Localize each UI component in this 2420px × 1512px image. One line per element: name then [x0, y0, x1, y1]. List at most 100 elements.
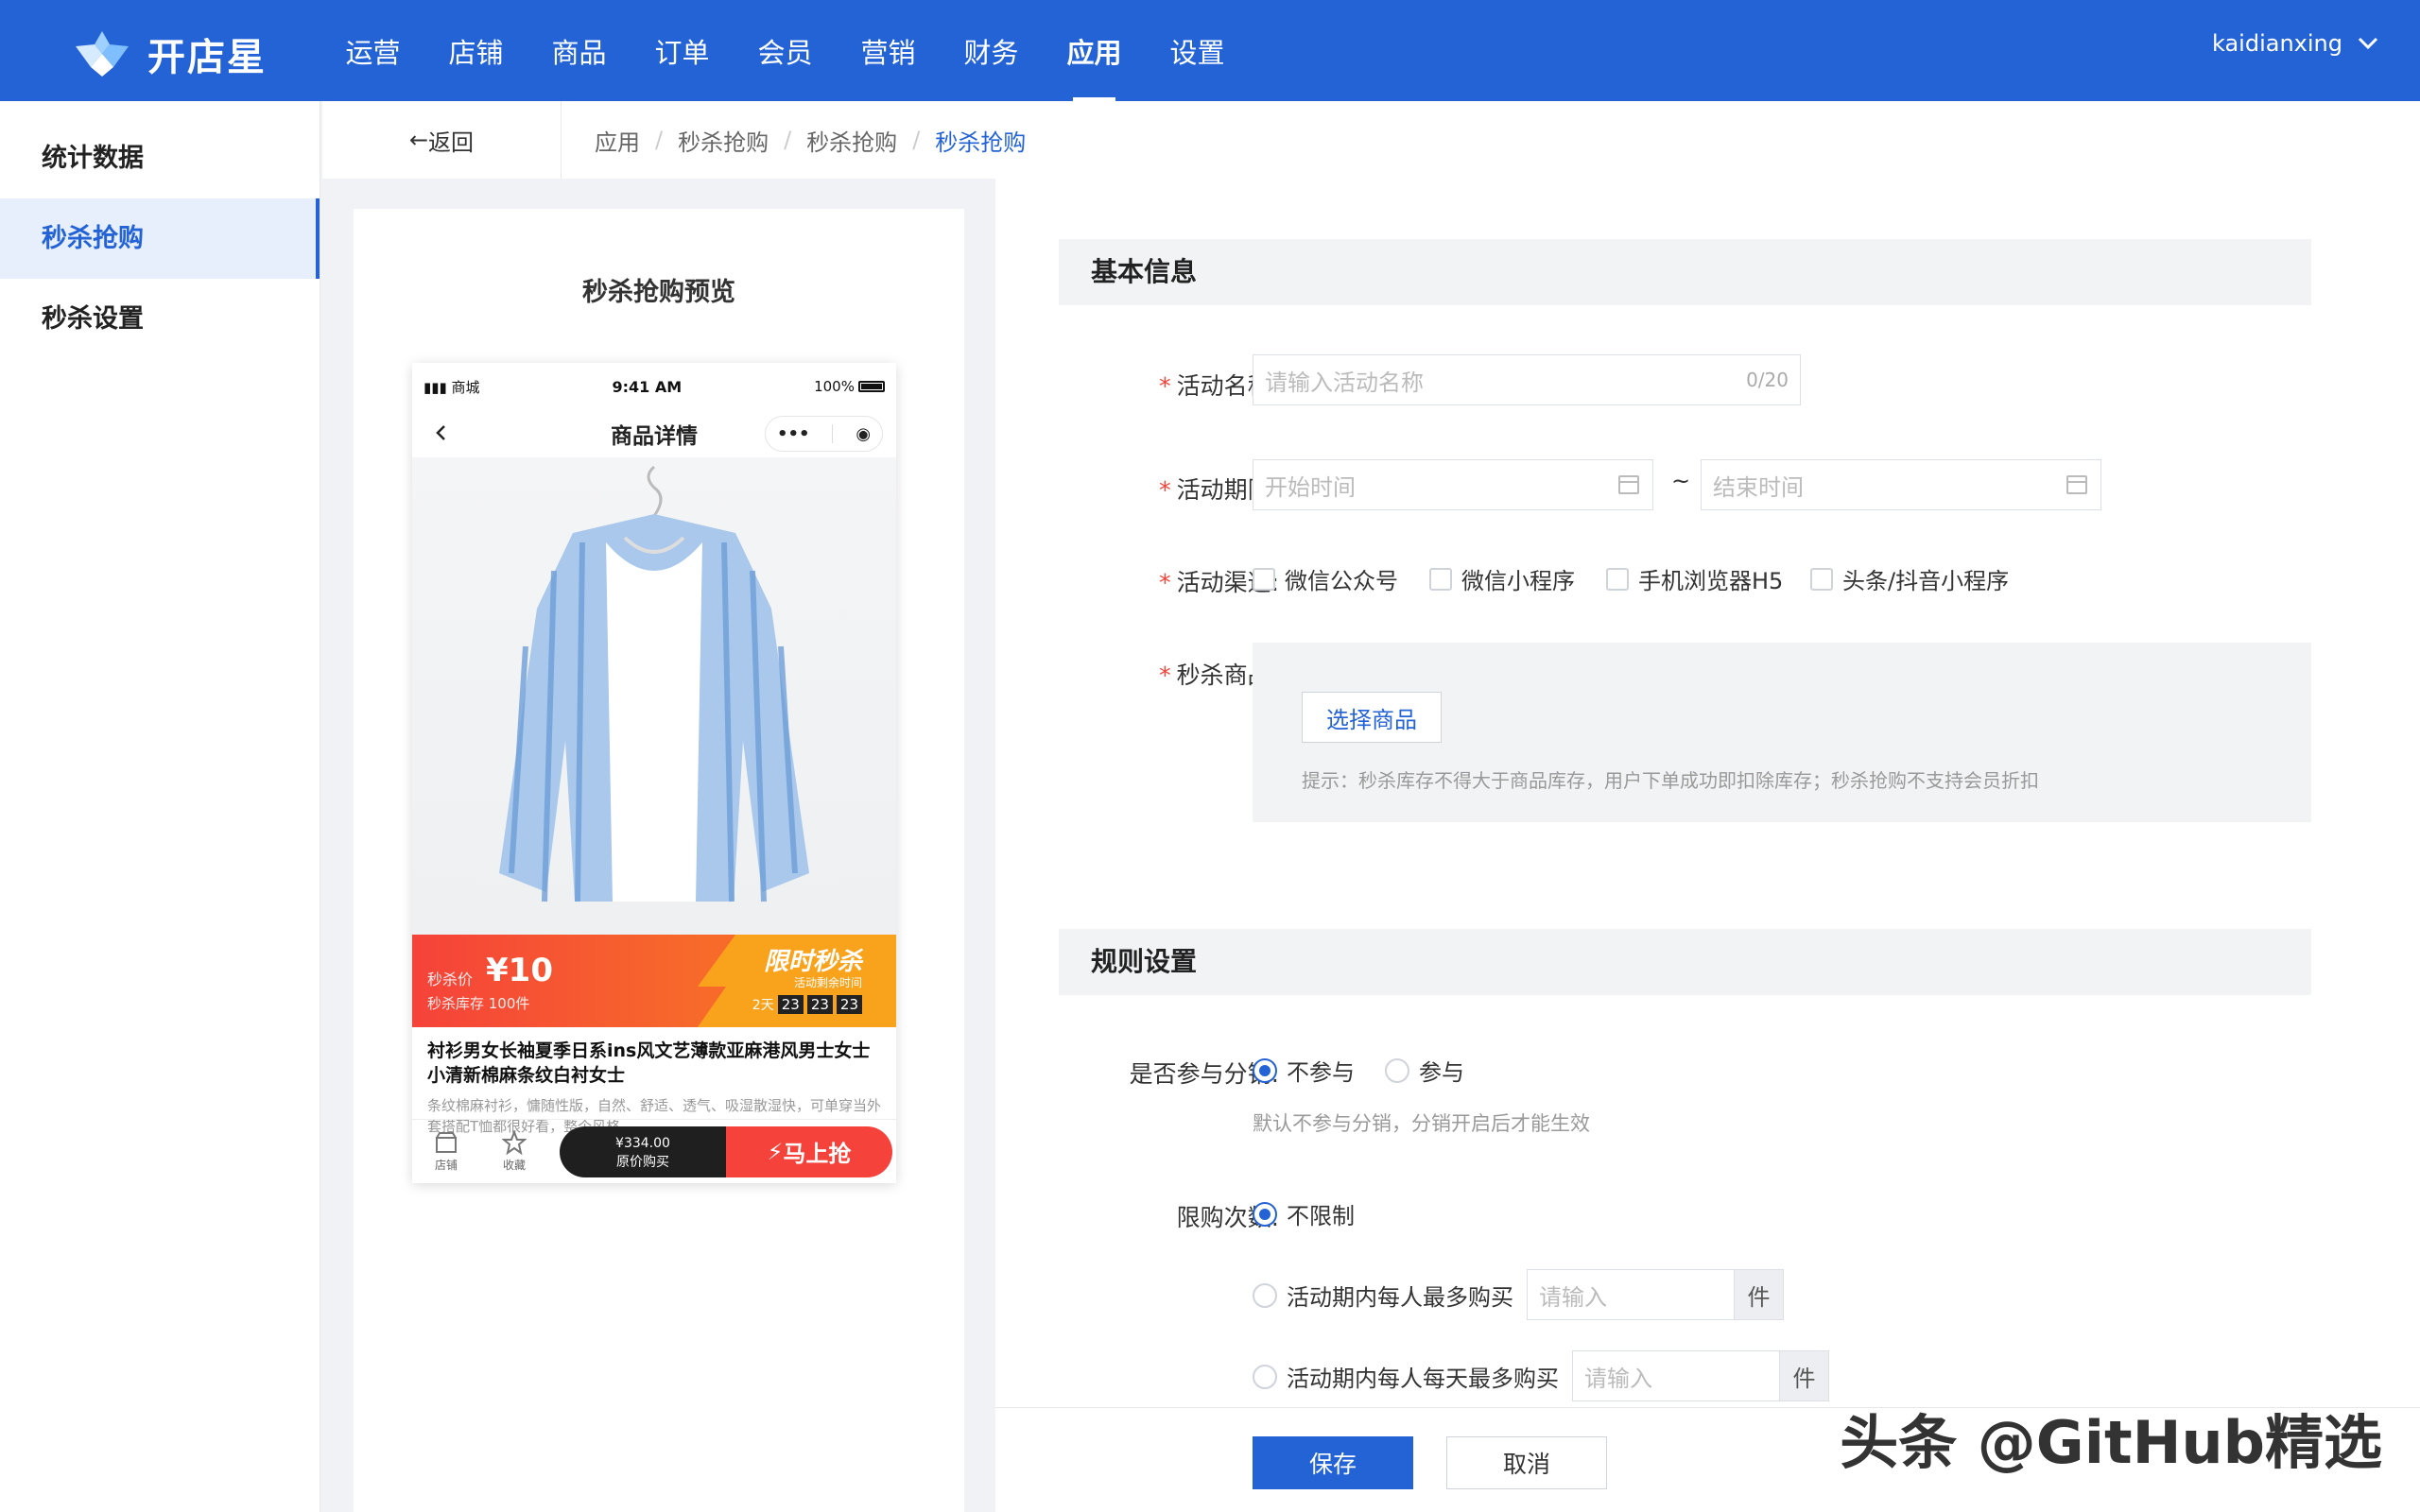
select-goods-button[interactable]: 选择商品 — [1302, 692, 1442, 743]
radio-dot[interactable] — [1253, 1364, 1277, 1389]
radio-dot[interactable] — [1385, 1057, 1409, 1083]
back-button[interactable]: ← 返回 — [322, 101, 562, 179]
back-label: 返回 — [428, 129, 475, 156]
cancel-button[interactable]: 取消 — [1446, 1436, 1607, 1489]
nav-item-finance[interactable]: 财务 — [940, 0, 1043, 101]
quantity-input[interactable]: 请输入 — [1527, 1269, 1735, 1320]
quantity-input[interactable]: 请输入 — [1572, 1350, 1780, 1401]
goods-selector-box: 选择商品 提示：秒杀库存不得大于商品库存，用户下单成功即扣除库存；秒杀抢购不支持… — [1253, 643, 2311, 822]
distribution-label: 是否参与分销: — [1129, 1060, 1279, 1088]
nav-item-products[interactable]: 商品 — [527, 0, 631, 101]
channel-wechat-miniprogram[interactable]: 微信小程序 — [1429, 562, 1575, 595]
username: kaidianxing — [2212, 30, 2342, 57]
lightning-icon: ⚡ — [767, 1138, 784, 1165]
sidebar-item-flash-settings[interactable]: 秒杀设置 — [0, 279, 320, 359]
checkbox[interactable] — [1606, 567, 1629, 591]
shop-icon — [436, 1132, 457, 1153]
phone-page-title: 商品详情 — [611, 424, 698, 449]
form-panel: 基本信息 * 活动名称: 请输入活动名称 0/20 * 活动期限: 开始时间 ~ 结… — [995, 179, 2420, 1407]
nav-item-members[interactable]: 会员 — [734, 0, 837, 101]
limit-per-day-radio[interactable]: 活动期内每人每天最多购买 — [1253, 1360, 1559, 1393]
distribution-no-radio[interactable]: 不参与 — [1253, 1054, 1355, 1087]
footer-shop: 店铺 — [412, 1130, 480, 1173]
product-title: 衬衫男女长袖夏季日系ins风文艺薄款亚麻港风男士女士小清新棉麻条纹白衬女士 — [427, 1040, 871, 1086]
countdown-seconds: 23 — [836, 995, 862, 1014]
nav-item-marketing[interactable]: 营销 — [837, 0, 940, 101]
breadcrumb-separator: / — [912, 127, 921, 153]
end-time-input[interactable]: 结束时间 — [1701, 459, 2101, 510]
checkbox[interactable] — [1253, 567, 1275, 591]
radio-dot[interactable] — [1253, 1282, 1277, 1308]
phone-mockup: ▮▮▮ 商城 9:41 AM 100% 商品详情 ••• ◉ 秒杀价 ¥10 秒… — [412, 363, 896, 1183]
countdown-minutes: 23 — [806, 995, 833, 1014]
section-rules: 规则设置 — [1059, 929, 2311, 995]
sidebar: 统计数据 秒杀抢购 秒杀设置 — [0, 101, 320, 1512]
save-button[interactable]: 保存 — [1253, 1436, 1413, 1489]
limit-per-day-input[interactable]: 请输入 件 — [1572, 1350, 1829, 1401]
radio-dot[interactable] — [1253, 1201, 1277, 1227]
logo-text: 开店星 — [147, 36, 267, 79]
breadcrumb-separator: / — [655, 127, 664, 153]
product-image — [412, 457, 896, 935]
carrier-label: ▮▮▮ 商城 — [424, 378, 480, 396]
more-icon: ••• — [776, 423, 810, 444]
close-target-icon: ◉ — [856, 423, 872, 444]
breadcrumb: 应用 / 秒杀抢购 / 秒杀抢购 / 秒杀抢购 — [595, 101, 1026, 179]
chevron-down-icon — [2358, 37, 2378, 50]
range-separator: ~ — [1671, 468, 1691, 494]
breadcrumb-bar: ← 返回 应用 / 秒杀抢购 / 秒杀抢购 / 秒杀抢购 — [322, 101, 2420, 179]
phone-status-bar: ▮▮▮ 商城 9:41 AM 100% — [412, 363, 896, 410]
nav-item-operations[interactable]: 运营 — [321, 0, 424, 101]
sidebar-item-flash-sale[interactable]: 秒杀抢购 — [0, 198, 320, 279]
battery-indicator: 100% — [814, 378, 885, 395]
radio-dot[interactable] — [1253, 1057, 1277, 1083]
buy-now-button: ⚡ 马上抢 — [726, 1125, 892, 1177]
nav-item-apps[interactable]: 应用 — [1043, 0, 1146, 101]
nav-item-settings[interactable]: 设置 — [1146, 0, 1249, 101]
flash-stock: 秒杀库存 100件 — [427, 995, 530, 1012]
breadcrumb-item[interactable]: 应用 — [595, 124, 640, 157]
calendar-icon — [2066, 475, 2087, 494]
breadcrumb-item[interactable]: 秒杀抢购 — [806, 124, 897, 157]
preview-title: 秒杀抢购预览 — [582, 278, 735, 307]
top-navbar: 开店星 运营 店铺 商品 订单 会员 营销 财务 应用 设置 kaidianxi… — [0, 0, 2420, 101]
channel-toutiao-douyin[interactable]: 头条/抖音小程序 — [1810, 562, 2009, 595]
checkbox[interactable] — [1810, 567, 1833, 591]
phone-header: 商品详情 ••• ◉ — [412, 410, 896, 457]
goods-hint: 提示：秒杀库存不得大于商品库存，用户下单成功即扣除库存；秒杀抢购不支持会员折扣 — [1302, 769, 2039, 792]
distribution-yes-radio[interactable]: 参与 — [1385, 1054, 1464, 1087]
miniprogram-capsule: ••• ◉ — [765, 416, 883, 452]
preview-panel: 秒杀抢购预览 ▮▮▮ 商城 9:41 AM 100% 商品详情 ••• ◉ 秒杀… — [354, 209, 964, 1512]
checkbox[interactable] — [1429, 567, 1452, 591]
calendar-icon — [1618, 475, 1639, 494]
flash-goods-label: * 秒杀商品: — [1159, 662, 1279, 689]
battery-icon — [857, 381, 885, 392]
limit-per-person-radio[interactable]: 活动期内每人最多购买 — [1253, 1279, 1513, 1312]
limit-per-person-input[interactable]: 请输入 件 — [1527, 1269, 1784, 1320]
start-time-input[interactable]: 开始时间 — [1253, 459, 1653, 510]
back-arrow-icon: ← — [408, 127, 429, 153]
activity-name-input[interactable]: 请输入活动名称 0/20 — [1253, 354, 1801, 405]
logo-icon — [76, 31, 129, 77]
channel-wechat-official[interactable]: 微信公众号 — [1253, 562, 1398, 595]
nav-item-orders[interactable]: 订单 — [631, 0, 734, 101]
activity-period-label: * 活动期限: — [1159, 476, 1279, 504]
limit-none-radio[interactable]: 不限制 — [1253, 1197, 1355, 1230]
channel-h5[interactable]: 手机浏览器H5 — [1606, 562, 1783, 595]
chevron-left-icon — [436, 425, 445, 440]
user-menu[interactable]: kaidianxing — [2212, 30, 2378, 57]
countdown-hours: 23 — [777, 995, 804, 1014]
phone-footer: 店铺 收藏 ¥334.00 原价购买 ⚡ 马上抢 — [412, 1119, 896, 1183]
star-icon — [502, 1130, 527, 1155]
promo-title: 限时秒杀 — [763, 948, 862, 976]
status-time: 9:41 AM — [612, 377, 683, 396]
price-label: 秒杀价 — [427, 971, 474, 988]
watermark: 头条 @GitHub精选 — [1840, 1408, 2382, 1477]
breadcrumb-separator: / — [784, 127, 792, 153]
sidebar-item-statistics[interactable]: 统计数据 — [0, 118, 320, 198]
breadcrumb-item[interactable]: 秒杀抢购 — [678, 124, 769, 157]
logo[interactable]: 开店星 — [72, 26, 267, 81]
nav-item-shop[interactable]: 店铺 — [424, 0, 527, 101]
char-count: 0/20 — [1746, 369, 1789, 391]
original-buy-label: 原价购买 — [616, 1154, 669, 1170]
